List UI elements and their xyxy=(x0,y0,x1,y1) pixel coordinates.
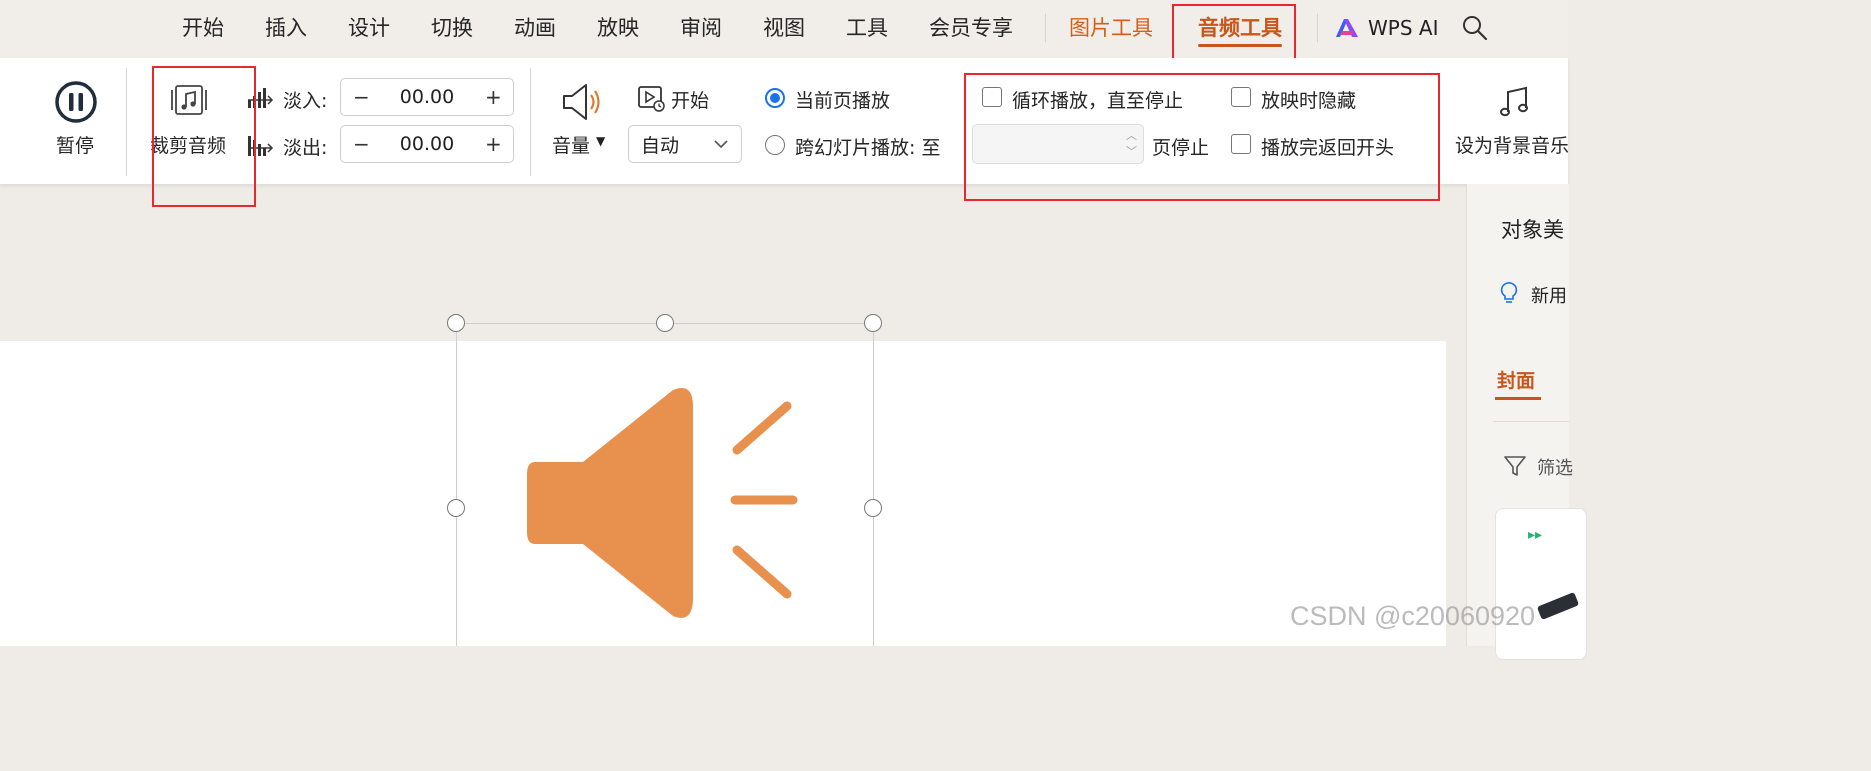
volume-label: 音量 xyxy=(552,135,591,157)
set-background-music-button[interactable]: 设为背景音乐 xyxy=(1452,76,1568,166)
template-thumbnail[interactable]: ▸▸ xyxy=(1495,508,1587,660)
wps-ai-button[interactable]: WPS AI xyxy=(1334,12,1438,44)
resize-handle-left[interactable] xyxy=(447,499,465,517)
trim-audio-button[interactable]: 裁剪音频 xyxy=(148,76,238,166)
active-tab-indicator xyxy=(1495,397,1541,400)
ribbon-divider xyxy=(126,68,127,176)
pause-label: 暂停 xyxy=(56,135,95,157)
resize-handle-right[interactable] xyxy=(864,499,882,517)
start-mode-value: 自动 xyxy=(641,134,680,157)
search-icon[interactable] xyxy=(1461,14,1489,42)
watermark: CSDN @c20060920 xyxy=(1290,601,1536,631)
fade-in-decrement-button[interactable]: − xyxy=(353,85,370,109)
start-mode-select[interactable]: 自动 xyxy=(628,125,742,163)
chevron-down-icon xyxy=(714,140,728,149)
menu-divider xyxy=(1045,14,1046,42)
lightbulb-icon xyxy=(1500,282,1518,303)
menu-tab-home[interactable]: 开始 xyxy=(182,12,224,44)
fade-out-decrement-button[interactable]: − xyxy=(353,132,370,156)
resize-handle-top[interactable] xyxy=(656,314,674,332)
radio-play-across-slides[interactable] xyxy=(765,135,785,155)
stop-page-number-field[interactable]: ︿ ﹀ xyxy=(972,124,1144,164)
resize-handle-top-right[interactable] xyxy=(864,314,882,332)
object-beautify-pane: 对象美 新用 封面 筛选 ▸▸ xyxy=(1466,184,1587,660)
menu-tab-design[interactable]: 设计 xyxy=(348,12,390,44)
fade-out-stepper[interactable]: − 00.00 + xyxy=(340,125,514,163)
play-start-icon xyxy=(638,86,665,112)
spin-down-icon[interactable]: ﹀ xyxy=(1126,146,1137,157)
audio-speaker-icon[interactable] xyxy=(525,384,805,624)
play-across-slides-label[interactable]: 跨幻灯片播放: 至 xyxy=(795,133,940,160)
fade-out-icon xyxy=(248,136,274,156)
trim-audio-icon xyxy=(171,85,207,115)
pane-divider xyxy=(1493,421,1569,422)
fade-in-label: 淡入: xyxy=(283,90,328,112)
menu-tab-transitions[interactable]: 切换 xyxy=(431,12,473,44)
set-background-music-label: 设为背景音乐 xyxy=(1455,135,1568,157)
fade-in-value[interactable]: 00.00 xyxy=(400,86,454,108)
pane-title: 对象美 xyxy=(1501,218,1564,242)
wps-ai-logo-icon xyxy=(1336,19,1358,37)
resize-handle-top-left[interactable] xyxy=(447,314,465,332)
wps-ai-label: WPS AI xyxy=(1368,16,1439,40)
stop-at-page-label: 页停止 xyxy=(1152,137,1210,159)
fade-in-icon xyxy=(248,88,274,108)
checkbox-hide-during-show[interactable] xyxy=(1231,87,1251,107)
loop-until-stopped-label[interactable]: 循环播放，直至停止 xyxy=(1012,86,1183,113)
volume-button[interactable]: 音量 ▼ xyxy=(548,76,618,166)
menu-tab-slideshow[interactable]: 放映 xyxy=(597,12,639,44)
selection-border xyxy=(873,323,874,646)
hide-during-show-label[interactable]: 放映时隐藏 xyxy=(1261,86,1356,113)
menu-tab-tools[interactable]: 工具 xyxy=(846,12,888,44)
play-current-page-label[interactable]: 当前页播放 xyxy=(795,86,890,113)
pause-icon xyxy=(55,81,97,123)
menu-bar: 开始 插入 设计 切换 动画 放映 审阅 视图 工具 会员专享 图片工具 音频工… xyxy=(0,0,1568,60)
menu-tab-picture-tools[interactable]: 图片工具 xyxy=(1069,12,1153,44)
selection-border xyxy=(456,323,457,646)
pane-tab-cover[interactable]: 封面 xyxy=(1497,366,1535,393)
menu-tab-review[interactable]: 审阅 xyxy=(680,12,722,44)
fade-in-increment-button[interactable]: + xyxy=(485,85,502,109)
chevron-down-icon: ▼ xyxy=(596,134,606,148)
menu-tab-audio-tools[interactable]: 音频工具 xyxy=(1198,12,1282,47)
fast-forward-icon: ▸▸ xyxy=(1528,527,1543,543)
fade-out-increment-button[interactable]: + xyxy=(485,132,502,156)
rewind-after-play-label[interactable]: 播放完返回开头 xyxy=(1261,133,1394,160)
ribbon-divider xyxy=(530,68,531,176)
pane-filter-label[interactable]: 筛选 xyxy=(1537,454,1573,480)
thumbnail-graphic xyxy=(1536,592,1580,620)
start-label: 开始 xyxy=(671,90,710,112)
menu-tab-insert[interactable]: 插入 xyxy=(265,12,307,44)
audio-ribbon: 暂停 裁剪音频 淡入: − 00.00 + 淡出: − 00.00 + 音量 ▼… xyxy=(0,58,1568,184)
fade-out-label: 淡出: xyxy=(283,137,328,159)
menu-tab-member[interactable]: 会员专享 xyxy=(929,12,1013,44)
filter-icon[interactable] xyxy=(1503,454,1527,478)
spin-up-icon[interactable]: ︿ xyxy=(1126,130,1137,141)
music-note-icon xyxy=(1500,86,1528,117)
fade-out-value[interactable]: 00.00 xyxy=(400,133,454,155)
menu-divider xyxy=(1317,14,1318,42)
menu-tab-animation[interactable]: 动画 xyxy=(514,12,556,44)
radio-play-current-page[interactable] xyxy=(765,88,785,108)
pause-button[interactable]: 暂停 xyxy=(40,76,112,166)
speaker-volume-icon xyxy=(563,84,600,120)
fade-in-stepper[interactable]: − 00.00 + xyxy=(340,78,514,116)
checkbox-loop-until-stopped[interactable] xyxy=(982,87,1002,107)
pane-tip-text[interactable]: 新用 xyxy=(1531,282,1567,308)
checkbox-rewind-after-play[interactable] xyxy=(1231,134,1251,154)
menu-tab-view[interactable]: 视图 xyxy=(763,12,805,44)
trim-audio-label: 裁剪音频 xyxy=(150,135,227,157)
